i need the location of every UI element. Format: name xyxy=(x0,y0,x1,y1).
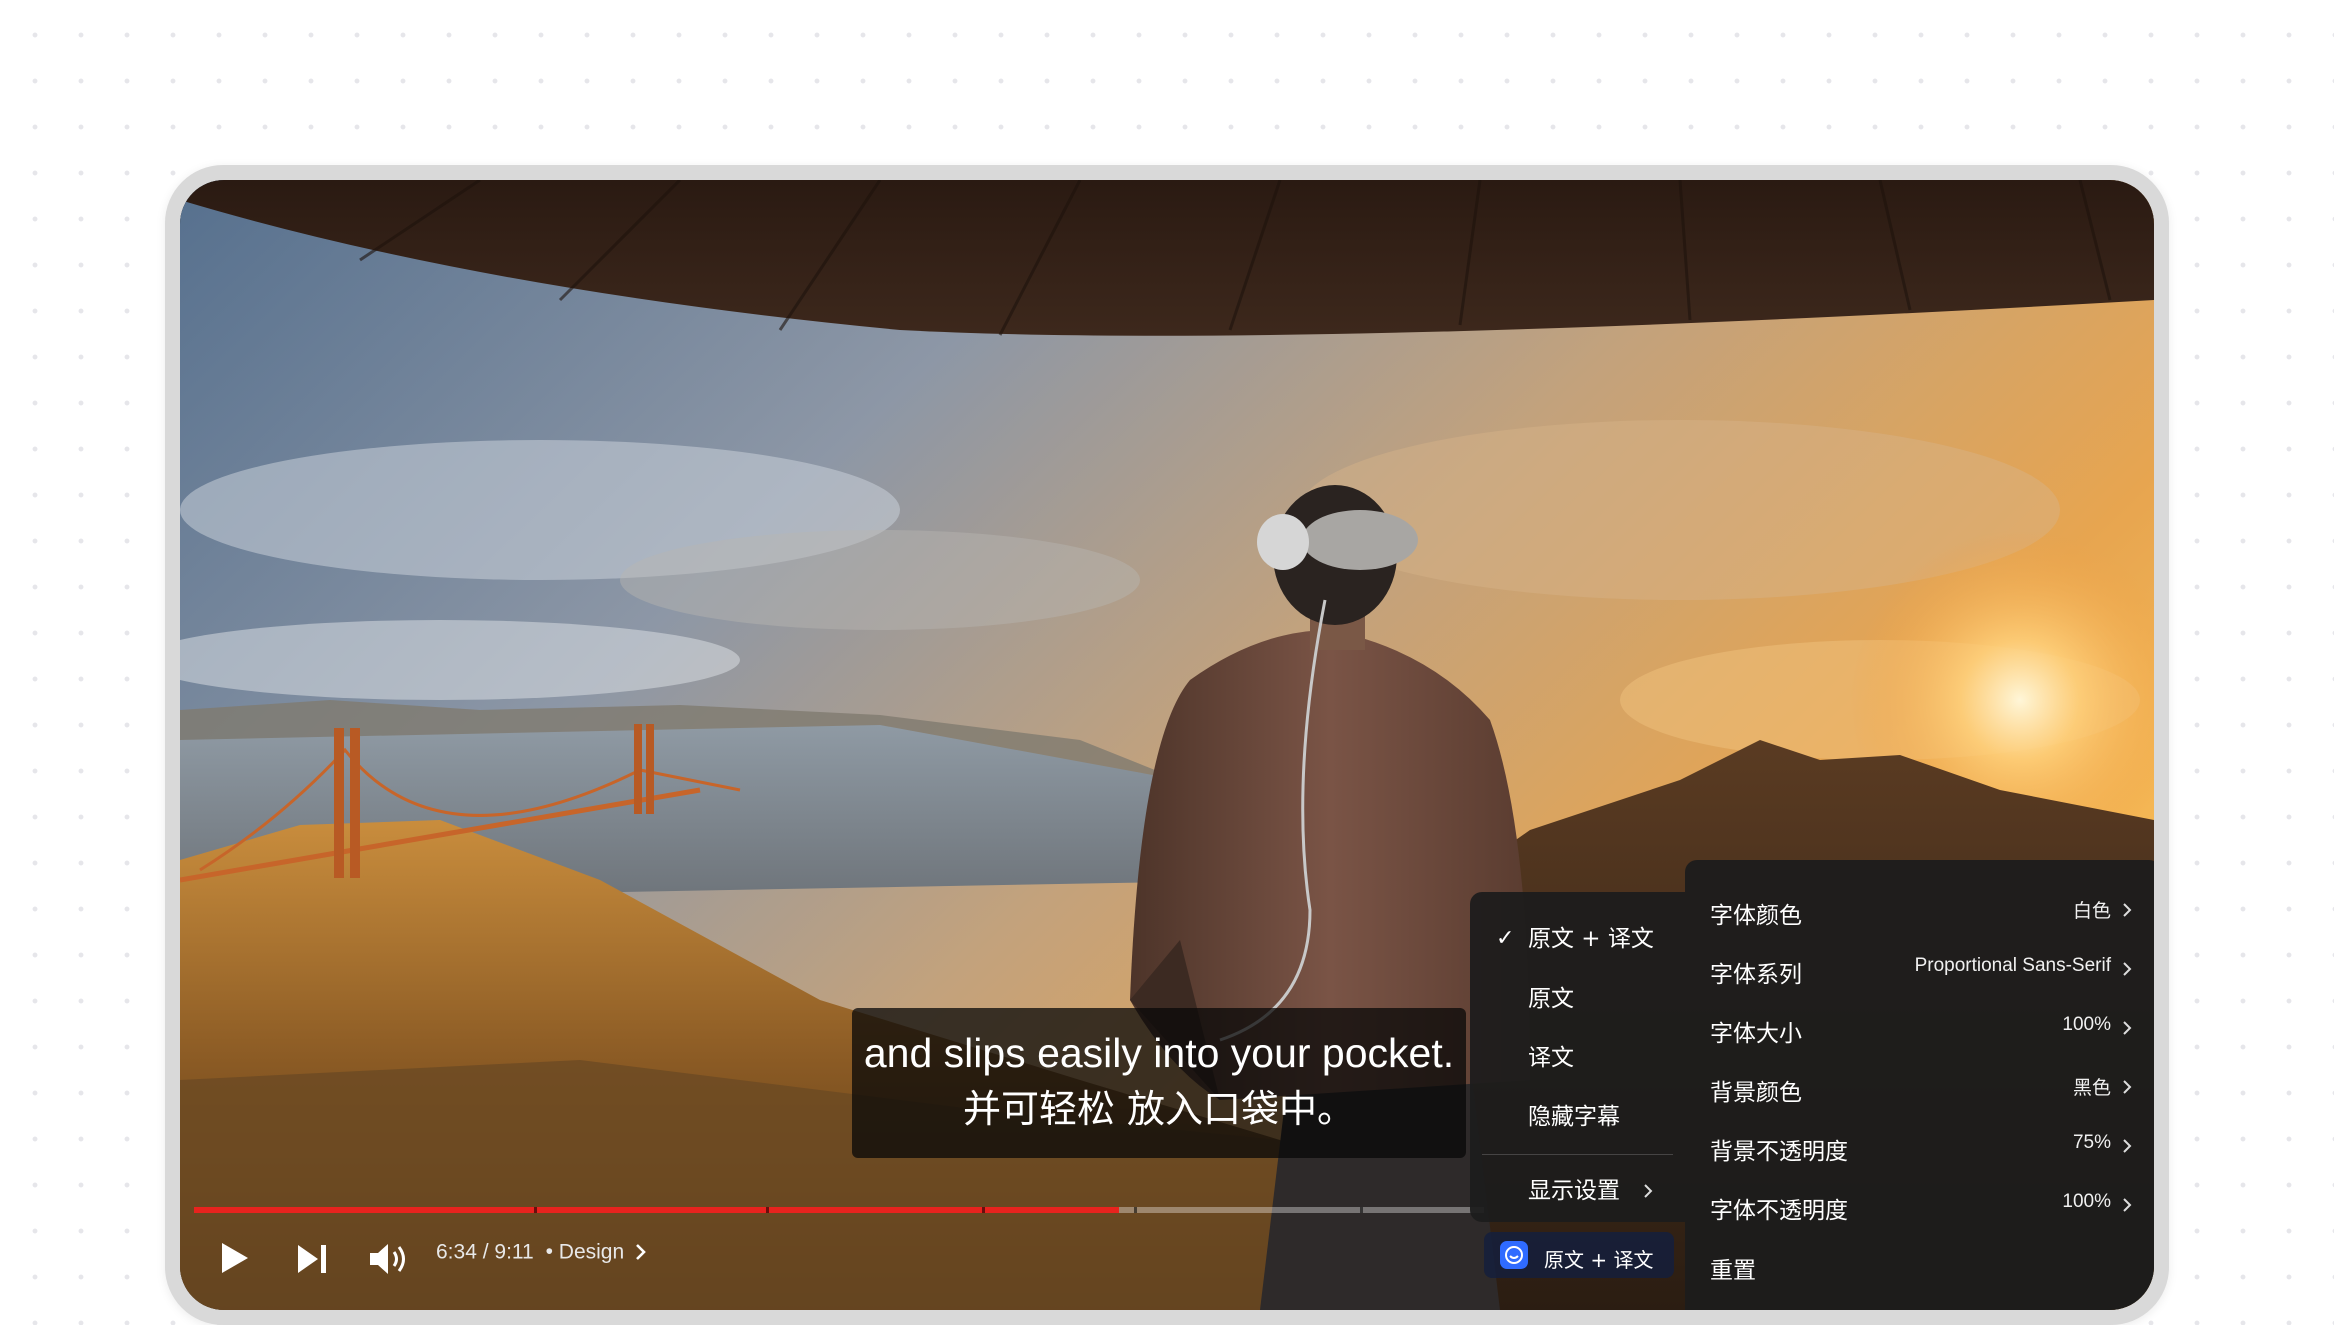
play-icon[interactable] xyxy=(214,1238,254,1278)
subtitle-box: and slips easily into your pocket. 并可轻松 … xyxy=(852,1008,1466,1158)
progress-fill xyxy=(194,1207,1119,1213)
duration: 9:11 xyxy=(494,1240,534,1264)
chapter-marker xyxy=(766,1207,769,1213)
time-display: 6:34 / 9:11 • Design xyxy=(436,1240,648,1264)
caption-toggle-label: 原文 + 译文 xyxy=(1544,1248,1654,1272)
setting-font-size[interactable]: 字体大小 100% xyxy=(1685,979,2154,1047)
chapter-label[interactable]: Design xyxy=(559,1240,624,1263)
display-settings-menu: 字体颜色 白色 字体系列 Proportional Sans-Serif 字体大… xyxy=(1685,860,2154,1310)
setting-font-opacity[interactable]: 字体不透明度 100% xyxy=(1685,1156,2154,1224)
video-player[interactable]: and slips easily into your pocket. 并可轻松 … xyxy=(180,180,2154,1310)
chevron-right-icon xyxy=(2123,1080,2132,1094)
chevron-right-icon xyxy=(2123,1021,2132,1035)
setting-reset[interactable]: 重置 xyxy=(1685,1216,2154,1284)
progress-bar[interactable] xyxy=(194,1207,1484,1213)
check-icon: ✓ xyxy=(1496,926,1515,951)
current-time: 6:34 xyxy=(436,1240,477,1264)
chapter-marker xyxy=(534,1207,537,1213)
menu-divider xyxy=(1482,1154,1673,1155)
chapter-marker xyxy=(1134,1207,1137,1213)
caption-toggle-button[interactable]: 原文 + 译文 xyxy=(1484,1232,1674,1278)
chevron-right-icon xyxy=(2123,962,2132,976)
subtitle-original: and slips easily into your pocket. xyxy=(863,1030,1455,1076)
setting-background-color[interactable]: 背景颜色 黑色 xyxy=(1685,1038,2154,1106)
time-separator: / xyxy=(482,1240,489,1264)
caption-mode-menu: ✓ 原文 + 译文 原文 译文 隐藏字幕 显示设置 xyxy=(1470,892,1685,1222)
setting-font-color[interactable]: 字体颜色 白色 xyxy=(1685,860,2154,929)
setting-font-family[interactable]: 字体系列 Proportional Sans-Serif xyxy=(1685,920,2154,988)
chevron-right-icon xyxy=(2123,903,2132,917)
translate-app-icon xyxy=(1500,1241,1528,1269)
skip-next-icon[interactable] xyxy=(294,1242,330,1276)
chevron-right-icon xyxy=(2123,1198,2132,1212)
chapter-marker xyxy=(982,1207,985,1213)
chevron-right-icon xyxy=(1644,1184,1653,1198)
subtitle-translation: 并可轻松 放入口袋中。 xyxy=(962,1087,1356,1131)
chevron-right-icon xyxy=(2123,1139,2132,1153)
chapter-bullet: • xyxy=(545,1240,553,1264)
chevron-right-icon[interactable] xyxy=(634,1242,648,1262)
setting-background-opacity[interactable]: 背景不透明度 75% xyxy=(1685,1097,2154,1165)
volume-icon[interactable] xyxy=(367,1240,411,1278)
chapter-marker xyxy=(1360,1207,1363,1213)
